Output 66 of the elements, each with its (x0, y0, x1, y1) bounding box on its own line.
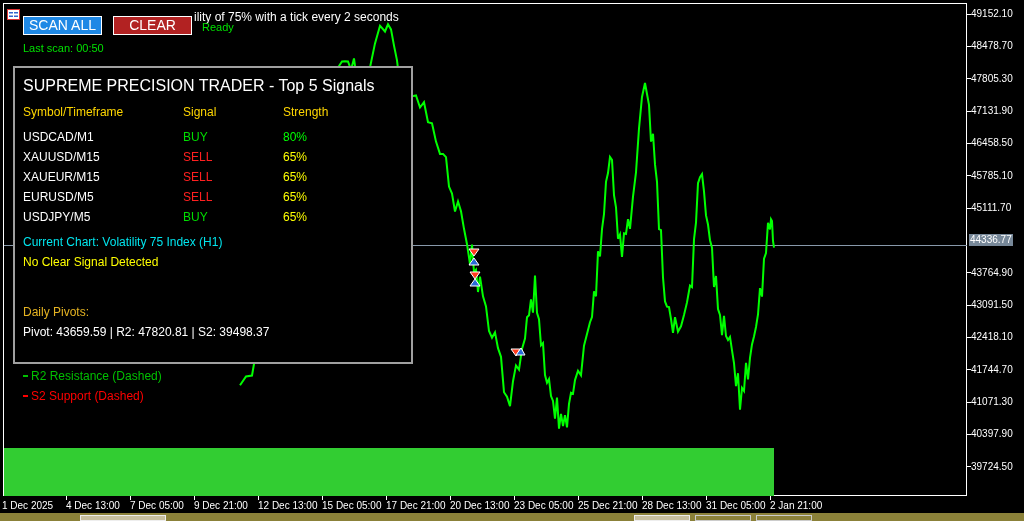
legend-label: R2 Resistance (Dashed) (31, 368, 162, 385)
time-label: 23 Dec 05:00 (514, 500, 575, 512)
sell-arrow-icon (469, 271, 481, 280)
buy-arrow-icon (468, 257, 480, 266)
sell-arrow-icon (468, 248, 480, 257)
scan-all-button[interactable]: SCAN ALL (23, 16, 102, 36)
symbol-cell-text: XAUEUR/M15 (23, 169, 101, 186)
pivots-values: Pivot: 43659.59 | R2: 47820.81 | S2: 39498.37 (23, 324, 271, 341)
strength-cell-text: 65% (283, 189, 309, 206)
price-label: 47131.90 (971, 105, 1013, 118)
price-label: 45111.70 (971, 202, 1012, 215)
time-label: 12 Dec 13:00 (258, 500, 319, 512)
verdict-label: No Clear Signal Detected (23, 254, 160, 271)
strength-cell-text: 80% (283, 129, 309, 146)
sheet-tab[interactable] (695, 515, 751, 521)
column-header: Strength (283, 104, 330, 121)
time-label: 28 Dec 13:00 (642, 500, 703, 512)
time-label: 20 Dec 13:00 (450, 500, 511, 512)
price-label: 49152.10 (971, 8, 1013, 20)
pivots-heading: Daily Pivots: (23, 304, 91, 321)
strength-cell-text: 65% (283, 169, 309, 186)
price-label: 41744.70 (971, 363, 1013, 376)
current-chart-label: Current Chart: Volatility 75 Index (H1) (23, 234, 224, 251)
signal-cell-text: BUY (183, 209, 209, 226)
chart-title: ility of 75% with a tick every 2 seconds (194, 9, 399, 24)
symbol-cell-text: XAUUSD/M15 (23, 149, 101, 166)
column-header: Symbol/Timeframe (23, 104, 125, 121)
price-label: 42418.10 (971, 331, 1013, 344)
time-label: 2 Jan 21:00 (770, 500, 824, 512)
last-scan-label: Last scan: 00:50 (23, 41, 104, 56)
current-price-label: 44336.77 (969, 234, 1013, 247)
symbol-cell-text: USDCAD/M1 (23, 129, 95, 146)
price-label: 41071.30 (971, 396, 1013, 409)
price-label: 45785.10 (971, 169, 1013, 182)
symbol-cell-text: EURUSD/M5 (23, 189, 95, 206)
price-label: 47805.30 (971, 72, 1013, 85)
symbol-cell-text: USDJPY/M5 (23, 209, 92, 226)
price-label: 46458.50 (971, 137, 1013, 150)
buy-arrow-icon (469, 278, 481, 287)
signal-cell-text: BUY (183, 129, 209, 146)
column-header: Signal (183, 104, 218, 121)
time-label: 17 Dec 21:00 (386, 500, 447, 512)
signal-cell-text: SELL (183, 169, 214, 186)
signal-cell-text: SELL (183, 189, 214, 206)
sell-arrow-icon (510, 348, 521, 357)
clear-button[interactable]: CLEAR (113, 16, 192, 36)
legend-label: S2 Support (Dashed) (31, 388, 144, 405)
price-label: 43764.90 (971, 266, 1013, 279)
price-label: 48478.70 (971, 40, 1013, 53)
table-icon (7, 9, 20, 20)
strength-cell-text: 65% (283, 149, 309, 166)
price-label: 39724.50 (971, 460, 1013, 473)
time-label: 4 Dec 13:00 (66, 500, 121, 512)
time-label: 15 Dec 05:00 (322, 500, 383, 512)
time-label: 1 Dec 2025 (2, 500, 55, 512)
price-label: 43091.50 (971, 299, 1013, 312)
time-label: 25 Dec 21:00 (578, 500, 639, 512)
panel-title: SUPREME PRECISION TRADER - Top 5 Signals (23, 76, 376, 96)
time-label: 31 Dec 05:00 (706, 500, 767, 512)
buy-arrow-icon (515, 347, 526, 356)
strength-cell-text: 65% (283, 209, 309, 226)
signal-cell-text: SELL (183, 149, 214, 166)
time-label: 9 Dec 21:00 (194, 500, 249, 512)
sheet-tab[interactable] (756, 515, 812, 521)
price-label: 40397.90 (971, 428, 1013, 441)
time-label: 7 Dec 05:00 (130, 500, 185, 512)
